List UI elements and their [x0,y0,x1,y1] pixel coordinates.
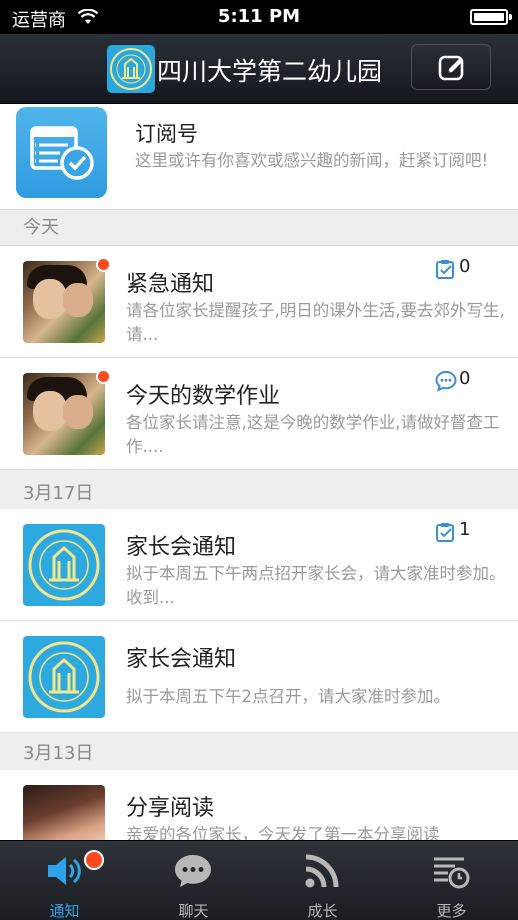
more-icon [434,857,470,889]
tab-label: 聊天 [178,902,209,920]
avatar [23,261,105,343]
page-title: 四川大学第二幼儿园 [157,57,383,86]
message-row[interactable]: 今天的数学作业 各位家长请注意,这是今晚的数学作业,请做好督查工作.... 0 [0,358,518,470]
compose-icon [438,55,464,81]
tab-label: 通知 [49,902,80,920]
compose-button[interactable] [411,44,491,90]
section-header-mar13: 3月13日 [0,736,518,772]
checklist-icon [436,260,454,279]
unread-badge [96,257,111,272]
message-title: 今天的数学作业 [126,384,281,409]
subscription-description: 这里或许有你喜欢或感兴趣的新闻，赶紧订阅吧! [135,151,489,170]
message-preview: 亲爱的各位家长，今天发了第一本分享阅读 [126,825,440,840]
avatar [23,785,105,840]
school-logo-icon [107,45,155,93]
counter-value: 1 [459,519,471,540]
message-row[interactable]: 家长会通知 拟于本周五下午两点招开家长会，请大家准时参加。收到... 1 [0,509,518,621]
message-list[interactable]: 订阅号 这里或许有你喜欢或感兴趣的新闻，赶紧订阅吧! 今天 紧急通知 请各位家长… [0,104,518,840]
unread-badge [96,369,111,384]
status-bar: 运营商 5:11 PM [0,0,518,34]
message-row[interactable]: 分享阅读 亲爱的各位家长，今天发了第一本分享阅读 [0,770,518,840]
avatar [23,373,105,455]
tab-bar: 通知 聊天 成长 更多 [0,840,518,920]
message-row[interactable]: 家长会通知 拟于本周五下午2点召开，请大家准时参加。 [0,621,518,733]
counter-value: 0 [459,256,471,277]
tab-label: 成长 [307,902,338,920]
speaker-icon [48,857,81,885]
message-title: 家长会通知 [126,535,237,560]
checklist-icon [436,523,454,542]
message-preview: 拟于本周五下午2点召开，请大家准时参加。 [126,687,450,706]
subscription-row[interactable]: 订阅号 这里或许有你喜欢或感兴趣的新闻，赶紧订阅吧! [0,104,518,210]
section-header-today: 今天 [0,210,518,246]
subscription-icon [16,107,107,198]
message-title: 家长会通知 [126,647,237,672]
message-preview: 各位家长请注意,这是今晚的数学作业,请做好督查工作.... [126,413,500,456]
notice-badge [84,850,104,870]
chat-icon [175,855,211,887]
nav-bar: 四川大学第二幼儿园 [0,34,518,104]
subscription-title: 订阅号 [135,122,198,146]
school-logo-avatar [23,524,105,606]
status-time: 5:11 PM [217,6,301,27]
battery-icon [470,9,512,25]
message-preview: 拟于本周五下午两点招开家长会，请大家准时参加。收到... [126,564,506,607]
message-title: 分享阅读 [126,796,215,821]
tab-more[interactable]: 更多 [387,841,516,920]
section-header-mar17: 3月17日 [0,476,518,512]
message-preview: 请各位家长提醒孩子,明日的课外生活,要去郊外写生,请... [126,301,505,344]
tab-notice[interactable]: 通知 [0,841,129,920]
tab-label: 更多 [436,902,467,920]
tab-chat[interactable]: 聊天 [129,841,258,920]
message-title: 紧急通知 [126,272,215,297]
tab-growth[interactable]: 成长 [258,841,387,920]
message-row[interactable]: 紧急通知 请各位家长提醒孩子,明日的课外生活,要去郊外写生,请... 0 [0,246,518,358]
chat-bubble-icon [435,370,457,392]
counter-value: 0 [459,368,471,389]
rss-icon [305,854,339,888]
school-logo-avatar [23,636,105,718]
